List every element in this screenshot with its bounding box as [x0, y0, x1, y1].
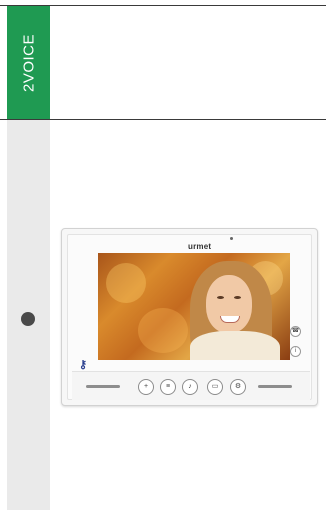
plus-icon[interactable]: + [138, 379, 154, 395]
portrait-face [206, 275, 252, 333]
bar-line-right [258, 385, 292, 388]
camera-lens [230, 237, 233, 240]
device-brand-logo: urmet [188, 242, 212, 251]
key-icon: ⚷ [79, 359, 88, 371]
portrait-eye [217, 296, 224, 299]
bar-line-left [86, 385, 120, 388]
settings-icon[interactable]: ⚙ [230, 379, 246, 395]
camera-icon[interactable]: ▭ [207, 379, 223, 395]
brand-tab: 2VOICE [7, 6, 50, 119]
bokeh-light [138, 308, 188, 353]
control-bar: + ≡ ♪ ▭ ⚙ [72, 371, 310, 400]
menu-icon[interactable]: ≡ [160, 379, 176, 395]
info-icon[interactable]: i [290, 346, 301, 357]
intercom-icon[interactable]: ☎ [290, 326, 301, 337]
video-door-phone: urmet ☎ i ⚷ + ≡ ♪ ▭ ⚙ [61, 228, 318, 406]
bokeh-light [106, 263, 146, 303]
bullet-dot [21, 312, 35, 326]
portrait-eye [234, 296, 241, 299]
device-bezel: urmet ☎ i ⚷ + ≡ ♪ ▭ ⚙ [67, 234, 312, 400]
device-screen [98, 253, 290, 360]
mute-icon[interactable]: ♪ [182, 379, 198, 395]
brand-label: 2VOICE [20, 33, 37, 92]
portrait-scarf [190, 331, 280, 360]
